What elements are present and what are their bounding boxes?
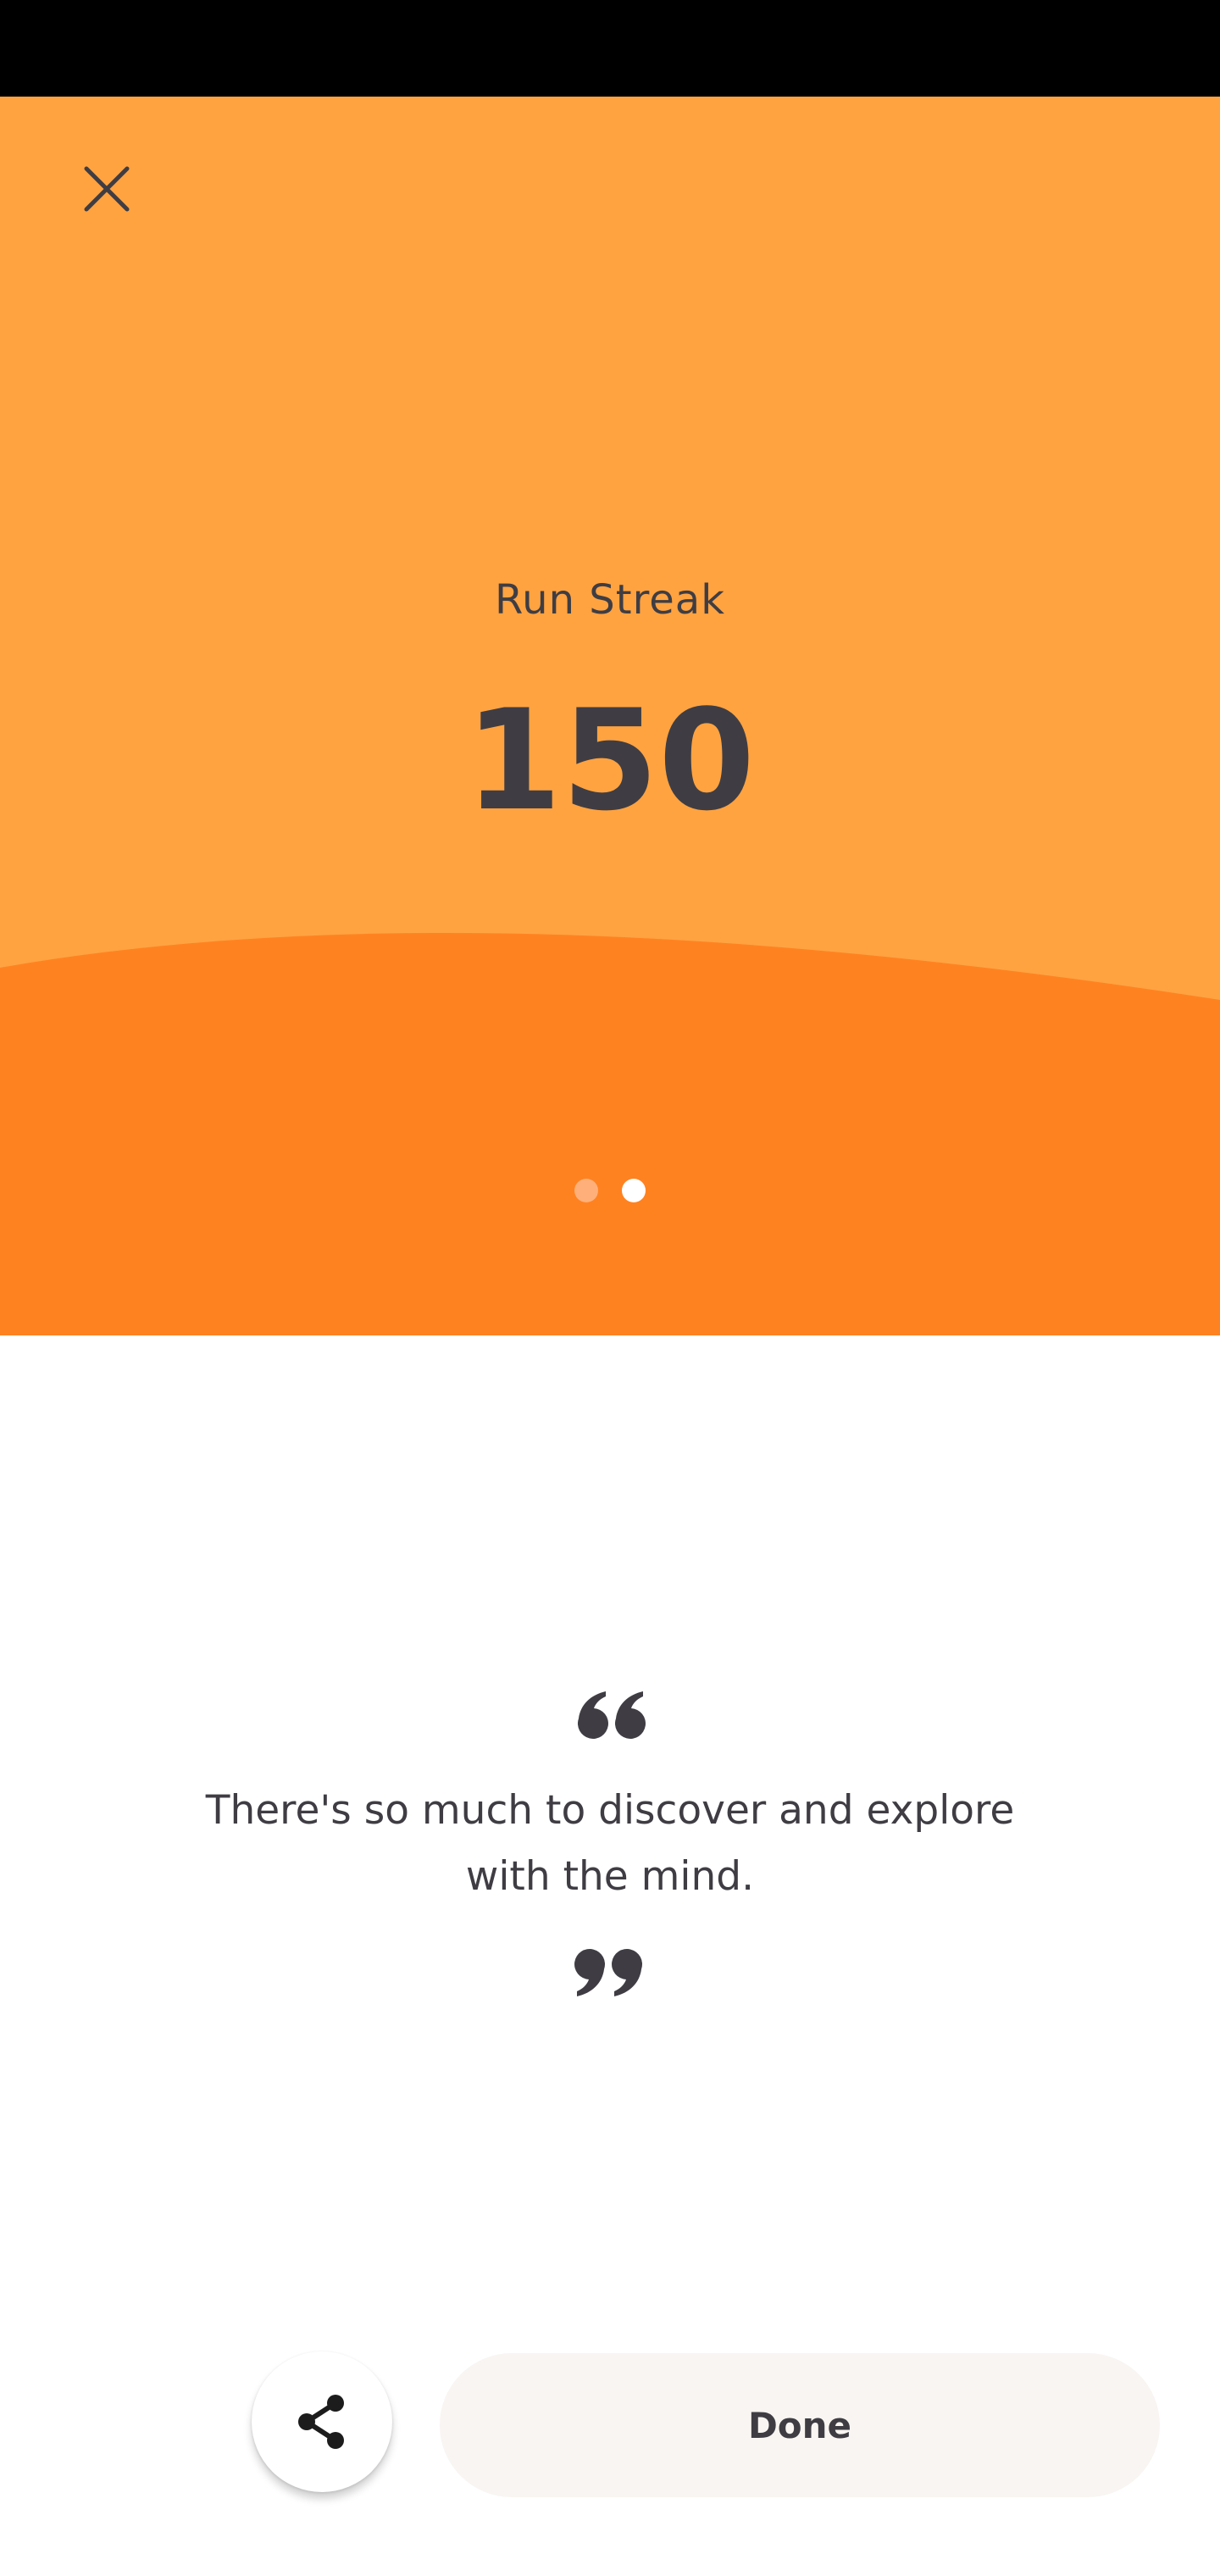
done-button[interactable]: Done (440, 2353, 1160, 2497)
streak-title: Run Streak (494, 576, 725, 624)
quote-text: There's so much to discover and explore … (205, 1787, 1015, 1900)
quote-open-icon (577, 1691, 646, 1739)
page-dot-1[interactable] (574, 1179, 598, 1202)
quote-close-mark (0, 1947, 1220, 2001)
share-button[interactable] (252, 2351, 392, 2492)
close-icon (84, 166, 130, 212)
streak-count: 150 (464, 680, 756, 841)
page-dot-2[interactable] (622, 1179, 646, 1202)
share-icon (298, 2395, 344, 2449)
quote-close-icon (574, 1949, 643, 1996)
quote-open-mark (0, 1686, 1220, 1740)
status-bar (0, 0, 1220, 97)
close-button[interactable] (69, 152, 144, 226)
page-indicator (0, 1179, 1220, 1202)
streak-card: Run Streak 150 (0, 97, 1220, 1335)
